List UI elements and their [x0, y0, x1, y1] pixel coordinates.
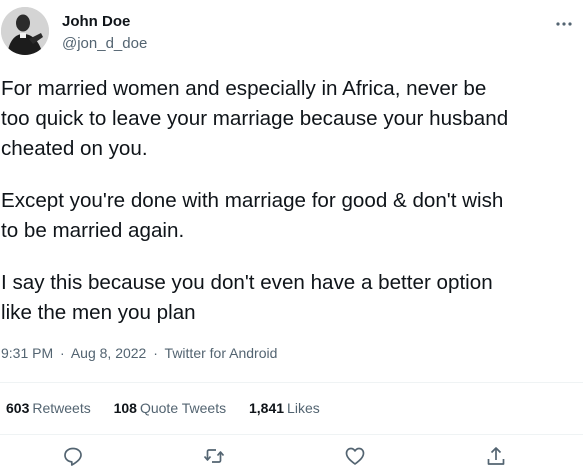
meta-separator: ·	[60, 345, 65, 361]
author-handle[interactable]: @jon_d_doe	[62, 35, 147, 52]
reply-icon[interactable]	[62, 445, 84, 467]
retweets-stat[interactable]: 603 Retweets	[6, 400, 91, 416]
divider	[0, 382, 583, 383]
likes-label: Likes	[287, 400, 320, 416]
tweet-card: John Doe @jon_d_doe For married women an…	[0, 0, 583, 467]
share-icon[interactable]	[485, 445, 507, 467]
tweet-paragraph: I say this because you don't even have a…	[1, 271, 493, 324]
tweet-client[interactable]: Twitter for Android	[165, 345, 278, 361]
meta-separator: ·	[153, 345, 158, 361]
tweet-date[interactable]: Aug 8, 2022	[71, 345, 147, 361]
author-name[interactable]: John Doe	[62, 13, 130, 30]
retweets-count: 603	[6, 400, 30, 416]
tweet-paragraph: Except you're done with marriage for goo…	[1, 189, 504, 242]
likes-stat[interactable]: 1,841 Likes	[249, 400, 320, 416]
like-icon[interactable]	[344, 445, 366, 467]
retweet-icon[interactable]	[203, 445, 225, 467]
tweet-stats: 603 Retweets 108 Quote Tweets 1,841 Likes	[6, 400, 339, 416]
retweets-label: Retweets	[32, 400, 91, 416]
quote-tweets-stat[interactable]: 108 Quote Tweets	[114, 400, 227, 416]
tweet-text: For married women and especially in Afri…	[1, 74, 566, 350]
more-horizontal-icon[interactable]	[554, 14, 574, 34]
tweet-actions	[0, 445, 583, 467]
tweet-time[interactable]: 9:31 PM	[1, 345, 53, 361]
tweet-meta: 9:31 PM · Aug 8, 2022 · Twitter for Andr…	[1, 345, 280, 361]
divider	[0, 434, 583, 435]
avatar-image	[1, 7, 49, 55]
likes-count: 1,841	[249, 400, 285, 416]
quote-tweets-count: 108	[113, 400, 137, 416]
tweet-paragraph: For married women and especially in Afri…	[1, 77, 509, 160]
quote-tweets-label: Quote Tweets	[139, 400, 227, 416]
avatar[interactable]	[1, 7, 49, 55]
